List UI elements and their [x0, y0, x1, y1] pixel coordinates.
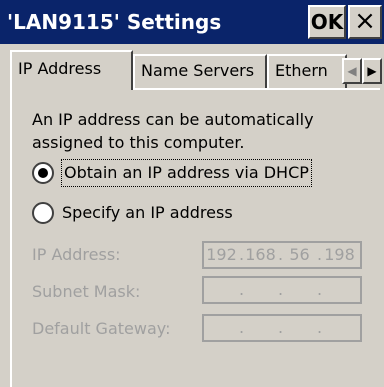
scroll-right-icon[interactable]: ▶	[362, 58, 382, 84]
subnet-mask-field: . . .	[202, 276, 362, 304]
title-bar: 'LAN9115' Settings OK ×	[0, 0, 384, 44]
window-title: 'LAN9115' Settings	[7, 10, 222, 34]
description-text: An IP address can be automatically assig…	[32, 110, 314, 152]
tab-ethernet[interactable]: Ethern	[267, 54, 347, 88]
settings-dialog: 'LAN9115' Settings OK × IP Address Name …	[0, 0, 384, 387]
tab-name-servers[interactable]: Name Servers	[133, 54, 267, 88]
subnet-octet	[321, 278, 358, 302]
ip-octet: 192	[206, 245, 237, 264]
default-gateway-field: . . .	[202, 314, 362, 342]
dhcp-option-label[interactable]: Obtain an IP address via DHCP	[61, 159, 312, 187]
radio-selected-dot	[38, 168, 48, 178]
ip-address-field: 192 . 168 . 56 . 198	[202, 241, 362, 269]
subnet-octet	[282, 278, 317, 302]
gateway-octet	[243, 316, 278, 340]
gateway-octet	[282, 316, 317, 340]
dhcp-radio[interactable]	[32, 162, 54, 184]
ip-octet: 198	[324, 245, 355, 264]
ip-octet: 56	[289, 245, 310, 264]
gateway-octet	[321, 316, 358, 340]
ip-address-label: IP Address:	[32, 245, 121, 264]
close-button[interactable]: ×	[348, 5, 382, 39]
scroll-left-icon[interactable]: ◀	[342, 58, 362, 84]
subnet-octet	[204, 278, 239, 302]
subnet-mask-label: Subnet Mask:	[32, 282, 141, 301]
gateway-octet	[204, 316, 239, 340]
specify-ip-radio[interactable]	[32, 202, 54, 224]
ok-button[interactable]: OK	[308, 5, 346, 39]
specify-ip-option-label[interactable]: Specify an IP address	[62, 200, 233, 226]
default-gateway-label: Default Gateway:	[32, 319, 171, 338]
tab-scroll-buttons: ◀ ▶	[340, 54, 384, 88]
ip-octet: 168	[245, 245, 276, 264]
tab-ip-address[interactable]: IP Address	[10, 50, 133, 90]
subnet-octet	[243, 278, 278, 302]
